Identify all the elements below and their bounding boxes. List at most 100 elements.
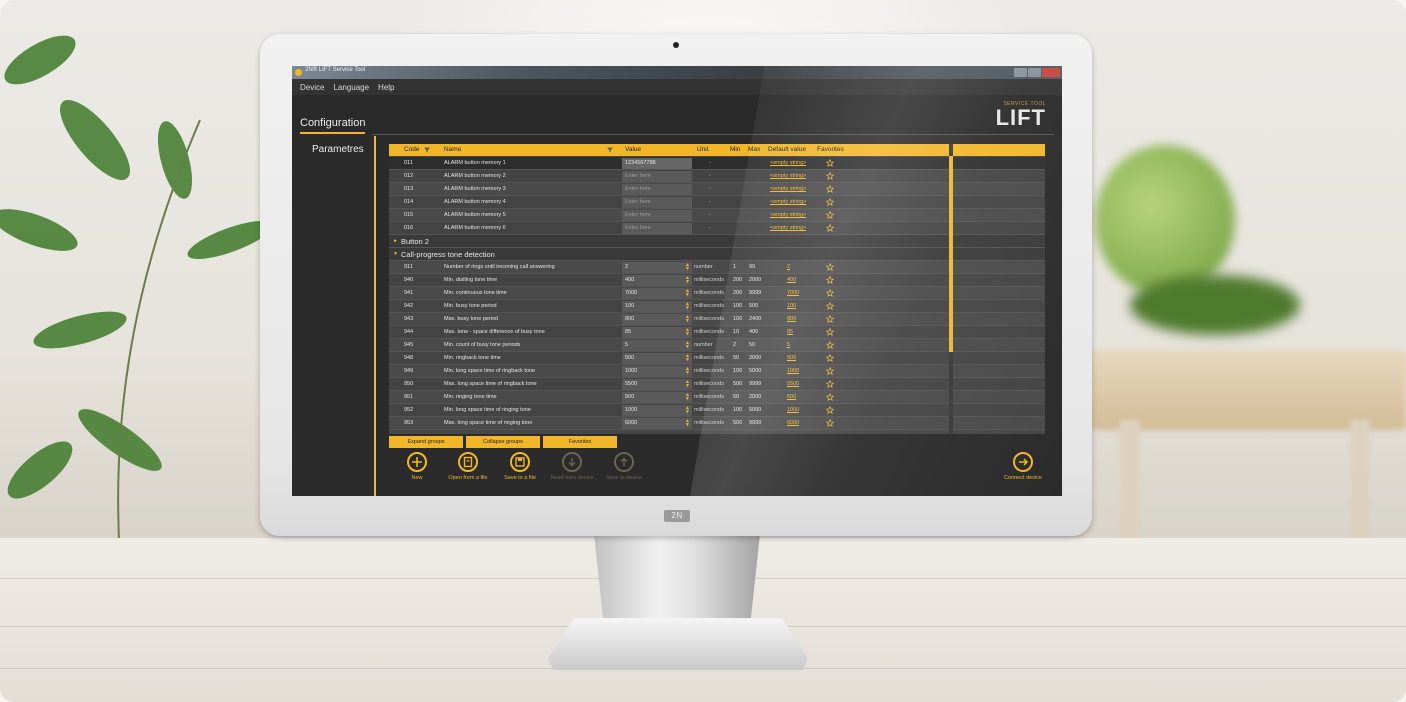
open-from-file-button[interactable]: Open from a file: [443, 452, 493, 481]
cell-value[interactable]: 7000: [625, 287, 637, 300]
star-icon[interactable]: [826, 289, 834, 297]
scrollbar[interactable]: [949, 144, 953, 434]
cell-value[interactable]: Enter here: [625, 183, 651, 196]
column-max[interactable]: Max: [748, 144, 760, 156]
value-field[interactable]: [622, 327, 692, 338]
cell-default[interactable]: 1000: [787, 404, 799, 417]
cell-default[interactable]: <empty string>: [770, 196, 806, 209]
table-row[interactable]: 952 Min. long space time of ringing tone 1…: [389, 404, 1045, 417]
spinner-icon[interactable]: ▲ ▼: [685, 289, 690, 298]
table-row[interactable]: 012 ALARM button memory 2 Enter here - <empt…: [389, 170, 1045, 183]
save-to-file-button[interactable]: Save to a file: [495, 452, 545, 481]
filter-icon[interactable]: [607, 147, 613, 153]
maximize-button[interactable]: [1028, 68, 1041, 77]
table-row[interactable]: 015 ALARM button memory 5 Enter here - <empt…: [389, 209, 1045, 222]
close-button[interactable]: [1042, 68, 1060, 77]
spinner-icon[interactable]: ▲ ▼: [685, 263, 690, 272]
cell-value[interactable]: 5: [625, 339, 628, 352]
star-icon[interactable]: [826, 380, 834, 388]
cell-default[interactable]: 7000: [787, 287, 799, 300]
cell-default[interactable]: 2: [787, 261, 790, 274]
cell-value[interactable]: 85: [625, 326, 631, 339]
minimize-button[interactable]: [1014, 68, 1027, 77]
save-to-device-button[interactable]: Save to device: [599, 452, 649, 481]
spinner-icon[interactable]: ▲ ▼: [685, 276, 690, 285]
spinner-icon[interactable]: ▲ ▼: [685, 315, 690, 324]
cell-default[interactable]: 400: [787, 274, 796, 287]
column-value[interactable]: Value: [625, 144, 641, 156]
cell-value[interactable]: 400: [625, 274, 634, 287]
read-from-device-button[interactable]: Read from device: [547, 452, 597, 481]
column-code[interactable]: Code: [404, 144, 420, 156]
table-row[interactable]: 949 Min. long space time of ringback tone…: [389, 365, 1045, 378]
column-min[interactable]: Min: [730, 144, 740, 156]
cell-default[interactable]: 6000: [787, 417, 799, 430]
star-icon[interactable]: [826, 354, 834, 362]
star-icon[interactable]: [826, 419, 834, 427]
chevron-down-icon[interactable]: ▼: [393, 248, 398, 261]
cell-default[interactable]: <empty string>: [770, 209, 806, 222]
table-row[interactable]: 014 ALARM button memory 4 Enter here - <empt…: [389, 196, 1045, 209]
table-row[interactable]: 942 Min. busy tone period 100 ▲ ▼ millisecond…: [389, 300, 1045, 313]
chevron-right-icon[interactable]: ►: [393, 235, 398, 248]
spinner-icon[interactable]: ▲ ▼: [685, 367, 690, 376]
spinner-icon[interactable]: ▲ ▼: [685, 328, 690, 337]
table-row[interactable]: 953 Max. long space time of ringing tone 6…: [389, 417, 1045, 430]
column-name[interactable]: Name: [444, 144, 461, 156]
cell-value[interactable]: 500: [625, 391, 634, 404]
star-icon[interactable]: [826, 198, 834, 206]
group-row[interactable]: ► Button 2: [389, 235, 1045, 248]
table-row[interactable]: 940 Min. dialling tone time 400 ▲ ▼ milliseco…: [389, 274, 1045, 287]
cell-default[interactable]: 1000: [787, 365, 799, 378]
cell-value[interactable]: 5500: [625, 378, 637, 391]
spinner-icon[interactable]: ▲ ▼: [685, 354, 690, 363]
table-row[interactable]: 945 Min. count of busy tone periods 5 ▲ ▼ num…: [389, 339, 1045, 352]
group-row[interactable]: ▼ Call-progress tone detection: [389, 248, 1045, 261]
filter-icon[interactable]: [424, 147, 430, 153]
connect-device-button[interactable]: Connect device: [998, 452, 1048, 481]
star-icon[interactable]: [826, 224, 834, 232]
value-field[interactable]: [622, 340, 692, 351]
star-icon[interactable]: [826, 159, 834, 167]
table-row[interactable]: 013 ALARM button memory 3 Enter here - <empt…: [389, 183, 1045, 196]
cell-value[interactable]: Enter here: [625, 196, 651, 209]
star-icon[interactable]: [826, 185, 834, 193]
star-icon[interactable]: [826, 341, 834, 349]
scrollbar-thumb[interactable]: [949, 156, 953, 352]
spinner-icon[interactable]: ▲ ▼: [685, 380, 690, 389]
cell-default[interactable]: <empty string>: [770, 157, 806, 170]
cell-value[interactable]: 2: [625, 261, 628, 274]
cell-default[interactable]: 500: [787, 352, 796, 365]
star-icon[interactable]: [826, 172, 834, 180]
expand-groups-button[interactable]: Expand groups: [389, 436, 463, 448]
cell-default[interactable]: 5500: [787, 378, 799, 391]
column-favorites[interactable]: Favorites: [817, 144, 844, 156]
tab-configuration[interactable]: Configuration: [300, 117, 366, 134]
cell-default[interactable]: 100: [787, 300, 796, 313]
cell-default[interactable]: <empty string>: [770, 183, 806, 196]
table-row[interactable]: 950 Max. long space time of ringback tone…: [389, 378, 1045, 391]
spinner-icon[interactable]: ▲ ▼: [685, 341, 690, 350]
cell-value[interactable]: Enter here: [625, 209, 651, 222]
column-unit[interactable]: Unit: [697, 144, 709, 156]
cell-value[interactable]: Enter here: [625, 170, 651, 183]
cell-value[interactable]: 1000: [625, 404, 637, 417]
cell-value[interactable]: 6000: [625, 417, 637, 430]
cell-default[interactable]: 500: [787, 391, 796, 404]
menu-language[interactable]: Language: [333, 83, 369, 92]
cell-default[interactable]: 85: [787, 326, 793, 339]
value-field[interactable]: [622, 262, 692, 273]
column-default[interactable]: Default value: [768, 144, 806, 156]
cell-value[interactable]: Enter here: [625, 222, 651, 235]
favorites-button[interactable]: Favorites: [543, 436, 617, 448]
table-row[interactable]: 944 Max. tone - space difference of busy …: [389, 326, 1045, 339]
star-icon[interactable]: [826, 328, 834, 336]
star-icon[interactable]: [826, 406, 834, 414]
star-icon[interactable]: [826, 263, 834, 271]
sidebar-item-parametres[interactable]: Parametres: [312, 144, 364, 155]
cell-value[interactable]: 800: [625, 313, 634, 326]
new-button[interactable]: New: [392, 452, 442, 481]
spinner-icon[interactable]: ▲ ▼: [685, 302, 690, 311]
cell-value[interactable]: 1000: [625, 365, 637, 378]
cell-default[interactable]: <empty string>: [770, 222, 806, 235]
